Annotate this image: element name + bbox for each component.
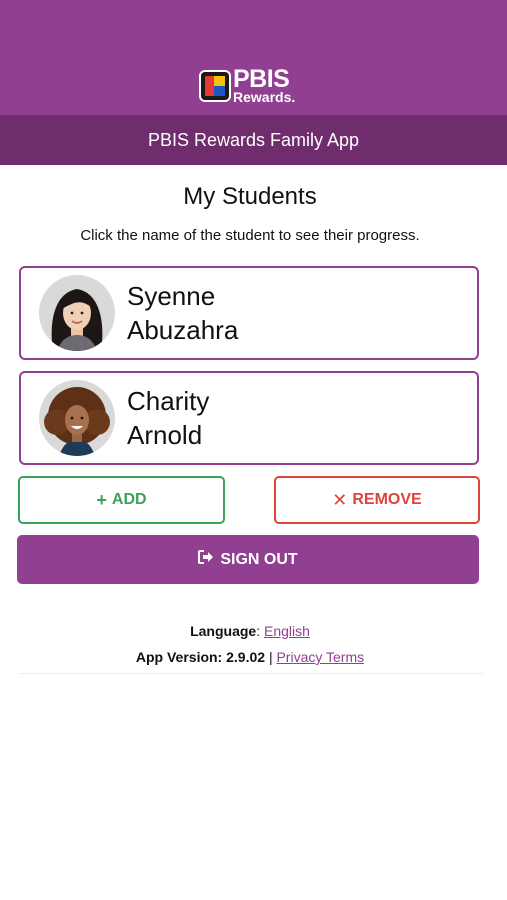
student-card-syenne-abuzahra[interactable]: Syenne Abuzahra: [19, 266, 479, 360]
remove-label: REMOVE: [352, 491, 422, 508]
logo-line2: Rewards.: [233, 89, 296, 105]
student-first-name: Syenne: [127, 281, 216, 311]
top-header: PBIS Rewards.: [0, 0, 507, 115]
pbis-rewards-logo: PBIS Rewards.: [199, 67, 295, 104]
version-line: App Version: 2.9.02 | Privacy Terms: [0, 649, 500, 665]
x-icon: ✕: [332, 489, 348, 510]
logo-text: PBIS Rewards.: [233, 67, 296, 105]
pbis-logo-icon: [199, 69, 231, 102]
avatar: [39, 275, 115, 351]
language-line: Language: English: [190, 623, 310, 639]
add-label: ADD: [111, 491, 147, 508]
student-last-name: Arnold: [127, 420, 203, 450]
footer-separator: |: [268, 649, 273, 665]
language-label: Language: [190, 623, 257, 639]
app-title: PBIS Rewards Family App: [0, 115, 507, 165]
student-name[interactable]: Charity Arnold: [127, 384, 209, 452]
instructions-text: Click the name of the student to see the…: [80, 227, 420, 244]
avatar: [39, 380, 115, 456]
student-name[interactable]: Syenne Abuzahra: [127, 279, 238, 347]
sign-out-icon: [198, 550, 214, 569]
student-last-name: Abuzahra: [127, 315, 239, 345]
divider: [18, 673, 484, 674]
sign-out-label: SIGN OUT: [220, 550, 298, 568]
page-title: My Students: [183, 183, 317, 210]
plus-icon: +: [96, 489, 107, 510]
sign-out-button[interactable]: SIGN OUT: [17, 535, 479, 584]
privacy-terms-link[interactable]: Privacy Terms: [276, 649, 364, 665]
language-link[interactable]: English: [264, 623, 310, 639]
remove-student-button[interactable]: ✕ REMOVE: [274, 476, 480, 524]
student-first-name: Charity: [127, 386, 210, 416]
student-card-charity-arnold[interactable]: Charity Arnold: [19, 371, 479, 465]
add-student-button[interactable]: + ADD: [18, 476, 225, 524]
app-version: App Version: 2.9.02: [135, 649, 266, 665]
